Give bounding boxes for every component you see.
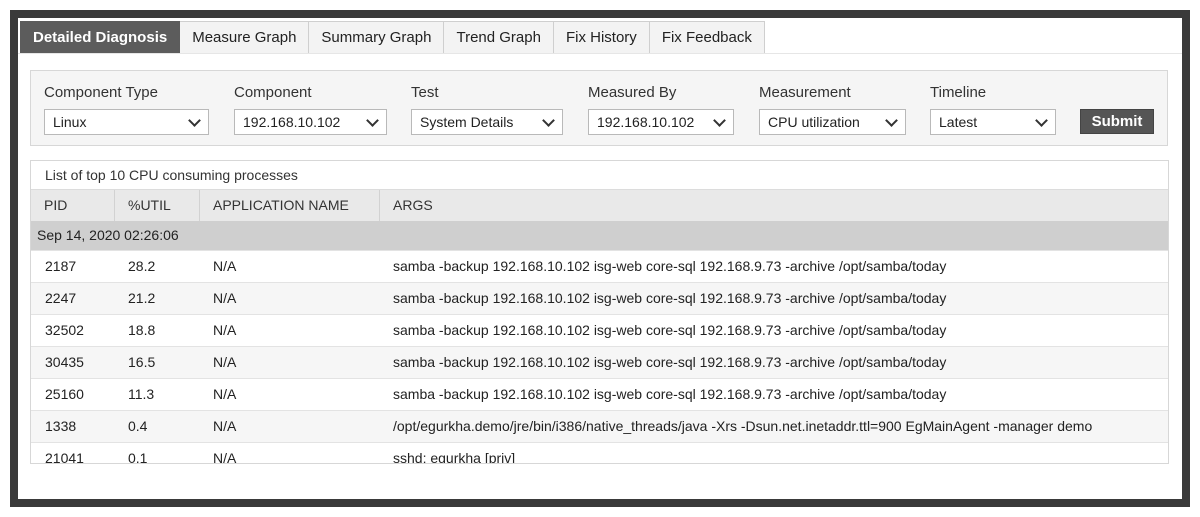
chevron-down-icon: [1035, 114, 1048, 127]
pid-cell: 2247: [45, 290, 77, 306]
args-cell: samba -backup 192.168.10.102 isg-web cor…: [393, 354, 947, 370]
timeline-value: Latest: [939, 114, 978, 130]
diagnosis-panel: Detailed Diagnosis Measure Graph Summary…: [18, 18, 1182, 499]
pid-cell: 32502: [45, 322, 84, 338]
chevron-down-icon: [188, 114, 201, 127]
table-row: 30435 16.5 N/A samba -backup 192.168.10.…: [31, 346, 1168, 378]
table-header: PID %UTIL APPLICATION NAME ARGS: [31, 189, 1168, 221]
table-row: 1338 0.4 N/A /opt/egurkha.demo/jre/bin/i…: [31, 410, 1168, 442]
util-cell: 0.1: [128, 450, 148, 464]
pid-cell: 25160: [45, 386, 84, 402]
util-cell: 16.5: [128, 354, 156, 370]
test-select[interactable]: System Details: [411, 109, 563, 135]
tab-detailed-diagnosis[interactable]: Detailed Diagnosis: [20, 21, 181, 54]
args-cell: samba -backup 192.168.10.102 isg-web cor…: [393, 290, 947, 306]
filter-bar: Component Type Linux Component 192.168.1…: [30, 70, 1168, 146]
measurement-label: Measurement: [759, 84, 851, 101]
filter-measurement: Measurement CPU utilization: [759, 83, 906, 135]
table-row: 2187 28.2 N/A samba -backup 192.168.10.1…: [31, 250, 1168, 282]
tab-divider: [18, 53, 1182, 54]
args-cell: sshd: egurkha [priv]: [393, 450, 516, 464]
tab-fix-history[interactable]: Fix History: [553, 21, 650, 54]
filter-test: Test System Details: [411, 83, 563, 135]
measurement-value: CPU utilization: [768, 114, 860, 130]
timeline-select[interactable]: Latest: [930, 109, 1056, 135]
util-cell: 0.4: [128, 418, 148, 434]
filter-measured-by: Measured By 192.168.10.102: [588, 83, 734, 135]
chevron-down-icon: [366, 114, 379, 127]
component-label: Component: [234, 84, 312, 101]
column-header-pid[interactable]: PID: [31, 190, 115, 221]
filter-component: Component 192.168.10.102: [234, 83, 387, 135]
table-caption: List of top 10 CPU consuming processes: [45, 167, 298, 183]
args-cell: samba -backup 192.168.10.102 isg-web cor…: [393, 258, 947, 274]
timestamp-group-row: Sep 14, 2020 02:26:06: [31, 221, 1168, 250]
tab-fix-feedback[interactable]: Fix Feedback: [649, 21, 765, 54]
util-cell: 28.2: [128, 258, 156, 274]
app-cell: N/A: [213, 258, 237, 274]
app-cell: N/A: [213, 418, 237, 434]
args-cell: /opt/egurkha.demo/jre/bin/i386/native_th…: [393, 418, 1093, 434]
process-table: List of top 10 CPU consuming processes P…: [30, 160, 1169, 464]
test-label: Test: [411, 84, 439, 101]
table-row: 32502 18.8 N/A samba -backup 192.168.10.…: [31, 314, 1168, 346]
component-type-select[interactable]: Linux: [44, 109, 209, 135]
table-row: 25160 11.3 N/A samba -backup 192.168.10.…: [31, 378, 1168, 410]
args-cell: samba -backup 192.168.10.102 isg-web cor…: [393, 322, 947, 338]
column-header-application-name[interactable]: APPLICATION NAME: [200, 190, 380, 221]
util-cell: 11.3: [128, 386, 155, 402]
component-value: 192.168.10.102: [243, 114, 341, 130]
measurement-select[interactable]: CPU utilization: [759, 109, 906, 135]
table-row: 2247 21.2 N/A samba -backup 192.168.10.1…: [31, 282, 1168, 314]
pid-cell: 1338: [45, 418, 77, 434]
test-value: System Details: [420, 114, 514, 130]
filter-component-type: Component Type Linux: [44, 83, 209, 135]
measured-by-value: 192.168.10.102: [597, 114, 695, 130]
tab-summary-graph[interactable]: Summary Graph: [309, 21, 445, 54]
app-cell: N/A: [213, 290, 237, 306]
measured-by-label: Measured By: [588, 84, 677, 101]
chevron-down-icon: [542, 114, 555, 127]
app-cell: N/A: [213, 354, 237, 370]
component-type-label: Component Type: [44, 84, 158, 101]
chevron-down-icon: [885, 114, 898, 127]
util-cell: 21.2: [128, 290, 156, 306]
timeline-label: Timeline: [930, 84, 987, 101]
component-type-value: Linux: [53, 114, 87, 130]
tab-trend-graph[interactable]: Trend Graph: [444, 21, 554, 54]
component-select[interactable]: 192.168.10.102: [234, 109, 387, 135]
pid-cell: 30435: [45, 354, 84, 370]
util-cell: 18.8: [128, 322, 156, 338]
pid-cell: 21041: [45, 450, 84, 464]
measured-by-select[interactable]: 192.168.10.102: [588, 109, 734, 135]
column-header-args[interactable]: ARGS: [380, 190, 1168, 221]
app-cell: N/A: [213, 322, 237, 338]
window-frame: Detailed Diagnosis Measure Graph Summary…: [10, 10, 1190, 507]
pid-cell: 2187: [45, 258, 77, 274]
filter-timeline: Timeline Latest: [930, 83, 1056, 135]
chevron-down-icon: [713, 114, 726, 127]
app-cell: N/A: [213, 450, 237, 464]
tab-bar: Detailed Diagnosis Measure Graph Summary…: [20, 21, 765, 54]
submit-button[interactable]: Submit: [1080, 109, 1154, 134]
args-cell: samba -backup 192.168.10.102 isg-web cor…: [393, 386, 947, 402]
column-header-util[interactable]: %UTIL: [115, 190, 200, 221]
table-row: 21041 0.1 N/A sshd: egurkha [priv]: [31, 442, 1168, 464]
app-cell: N/A: [213, 386, 237, 402]
tab-measure-graph[interactable]: Measure Graph: [180, 21, 310, 54]
